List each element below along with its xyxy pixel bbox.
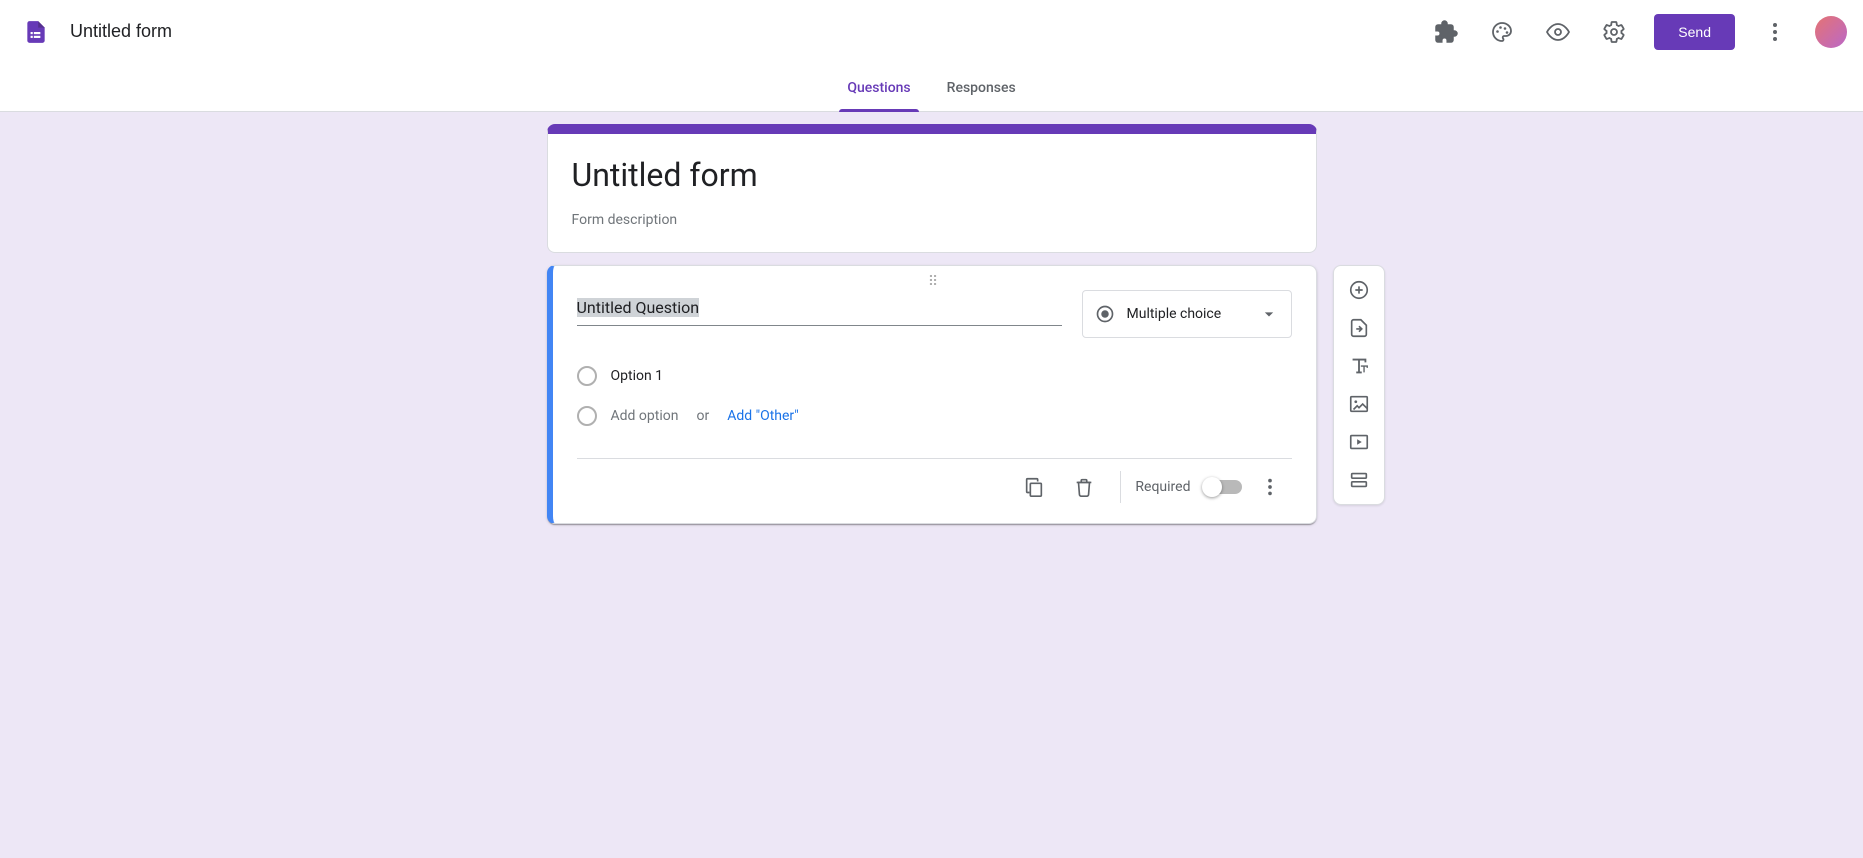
avatar[interactable]: [1815, 16, 1847, 48]
option-row[interactable]: Option 1: [577, 356, 1292, 396]
delete-button[interactable]: [1062, 465, 1106, 509]
divider: [1120, 471, 1121, 503]
theme-button[interactable]: [1478, 8, 1526, 56]
text-icon: [1348, 355, 1370, 377]
more-button[interactable]: [1751, 8, 1799, 56]
gear-icon: [1602, 20, 1626, 44]
section-icon: [1348, 469, 1370, 491]
question-footer: Required: [577, 459, 1292, 515]
add-option-button[interactable]: Add option: [611, 408, 679, 424]
add-section-button[interactable]: [1341, 462, 1377, 498]
header-actions: Send: [1422, 8, 1847, 56]
more-vert-icon: [1763, 20, 1787, 44]
trash-icon: [1073, 476, 1095, 498]
plus-circle-icon: [1348, 279, 1370, 301]
forms-file-icon: [23, 19, 49, 45]
radio-circle-icon: [577, 406, 597, 426]
import-file-icon: [1348, 317, 1370, 339]
add-other-button[interactable]: Add "Other": [727, 408, 799, 424]
or-label: or: [696, 408, 709, 424]
form-title-text[interactable]: Untitled form: [572, 156, 1292, 194]
radio-icon: [1095, 304, 1115, 324]
preview-button[interactable]: [1534, 8, 1582, 56]
question-type-label: Multiple choice: [1127, 306, 1247, 322]
tabs: Questions Responses: [0, 64, 1863, 112]
question-title-input[interactable]: Untitled Question: [577, 290, 1062, 326]
puzzle-icon: [1434, 20, 1458, 44]
add-option-row: Add option or Add "Other": [577, 396, 1292, 436]
option-text[interactable]: Option 1: [611, 368, 664, 384]
add-title-button[interactable]: [1341, 348, 1377, 384]
form-description[interactable]: Form description: [572, 212, 1292, 228]
question-type-dropdown[interactable]: Multiple choice: [1082, 290, 1292, 338]
header: Send: [0, 0, 1863, 64]
send-button[interactable]: Send: [1654, 14, 1735, 50]
tab-responses[interactable]: Responses: [943, 64, 1020, 111]
add-video-button[interactable]: [1341, 424, 1377, 460]
addons-button[interactable]: [1422, 8, 1470, 56]
canvas: Untitled form Form description ⠿ Untitle…: [0, 112, 1863, 858]
more-vert-icon: [1259, 476, 1281, 498]
video-icon: [1348, 431, 1370, 453]
form-title-input[interactable]: [64, 17, 308, 46]
chevron-down-icon: [1259, 304, 1279, 324]
side-toolbar: [1333, 265, 1385, 505]
image-icon: [1348, 393, 1370, 415]
add-question-button[interactable]: [1341, 272, 1377, 308]
eye-icon: [1546, 20, 1570, 44]
duplicate-button[interactable]: [1012, 465, 1056, 509]
import-questions-button[interactable]: [1341, 310, 1377, 346]
copy-icon: [1023, 476, 1045, 498]
forms-logo[interactable]: [16, 12, 56, 52]
settings-button[interactable]: [1590, 8, 1638, 56]
question-more-button[interactable]: [1248, 465, 1292, 509]
question-card[interactable]: ⠿ Untitled Question Multiple choice Opti…: [547, 265, 1317, 524]
required-toggle[interactable]: [1205, 480, 1242, 494]
required-label: Required: [1135, 479, 1190, 495]
form-title-card[interactable]: Untitled form Form description: [547, 124, 1317, 253]
options-list: Option 1 Add option or Add "Other": [577, 356, 1292, 436]
drag-handle-icon[interactable]: ⠿: [928, 274, 940, 290]
palette-icon: [1490, 20, 1514, 44]
tab-questions[interactable]: Questions: [843, 64, 914, 111]
radio-circle-icon: [577, 366, 597, 386]
add-image-button[interactable]: [1341, 386, 1377, 422]
